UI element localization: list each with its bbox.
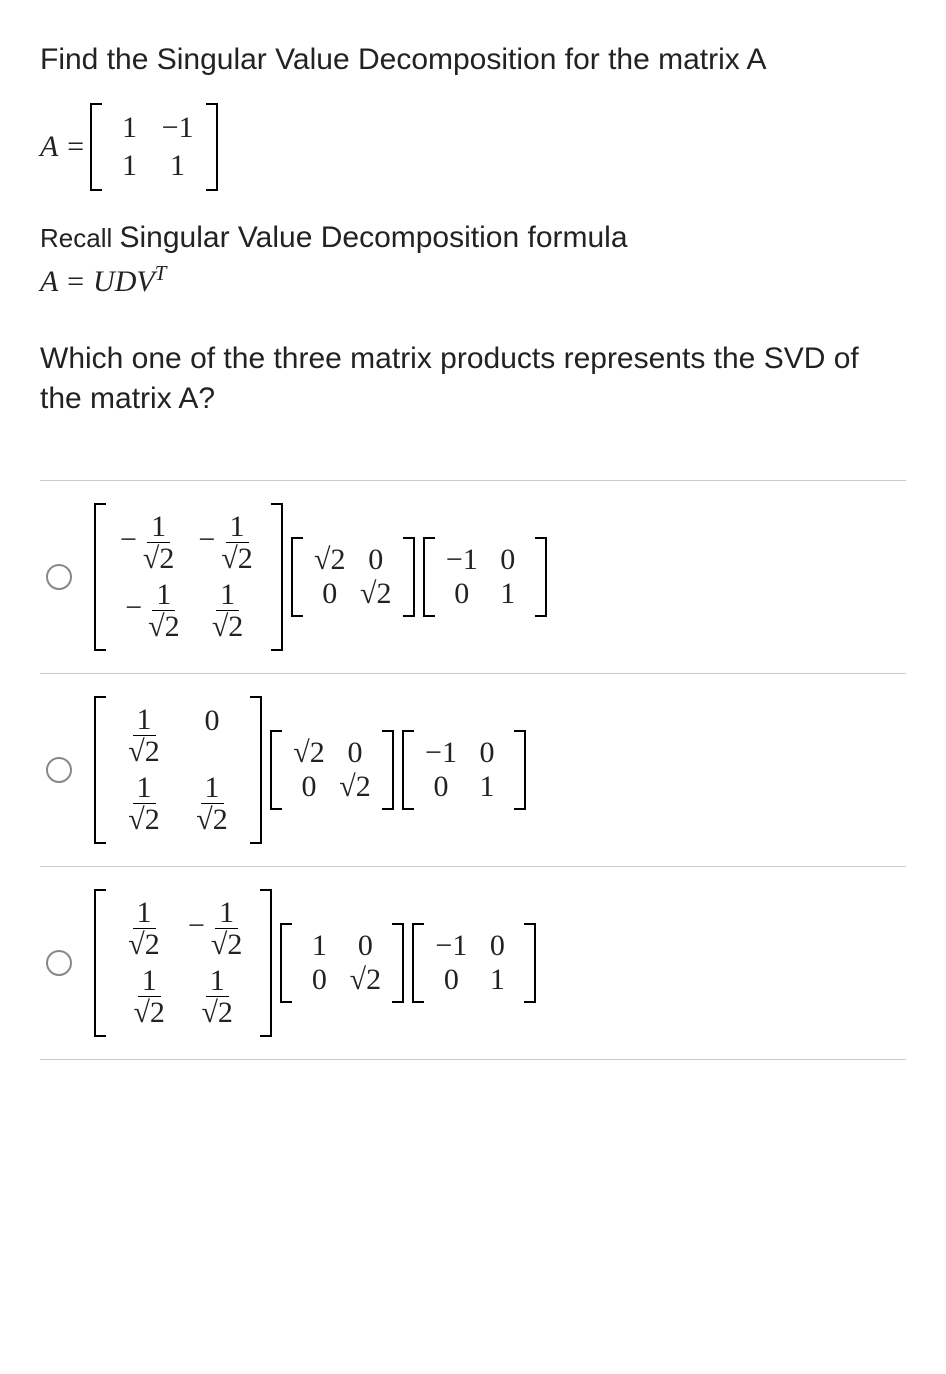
matrix: 100√2 — [280, 923, 404, 1003]
matrix-cell: 1 — [464, 770, 510, 804]
matrix-cell: −1√2 — [178, 895, 256, 963]
matrix: −1√2−1√2−1√21√2 — [94, 503, 283, 651]
matrix-cell: 0 — [485, 543, 531, 577]
matrix-cell: 0 — [428, 963, 474, 997]
radio-icon[interactable] — [46, 950, 72, 976]
matrix-cell: 1√2 — [110, 895, 178, 963]
matrix-cell: −1√2 — [110, 509, 188, 577]
matrix-cell: 1 — [474, 963, 520, 997]
options-list: −1√2−1√2−1√21√2√200√2−1001 1√201√21√2√20… — [40, 480, 906, 1060]
matrix-cell: 1 — [485, 577, 531, 611]
matrix-cell: 1√2 — [110, 702, 178, 770]
matrix-cell: 1√2 — [115, 963, 183, 1031]
matrix-cell: 0 — [418, 770, 464, 804]
matrix: −1001 — [412, 923, 536, 1003]
matrix-cell: 0 — [342, 929, 388, 963]
option-content: 1√201√21√2√200√2−1001 — [90, 696, 530, 844]
matrix: −1001 — [402, 730, 526, 810]
matrix: 1√2−1√21√21√2 — [94, 889, 272, 1037]
question-body: Which one of the three matrix products r… — [40, 339, 906, 420]
matrix-cell: 0 — [307, 577, 353, 611]
radio-icon[interactable] — [46, 564, 72, 590]
matrix-cell: 0 — [332, 736, 378, 770]
matrix: √200√2 — [270, 730, 394, 810]
option-2[interactable]: 1√201√21√2√200√2−1001 — [40, 674, 906, 867]
matrix: √200√2 — [291, 537, 415, 617]
matrix-cell: 1√2 — [178, 770, 246, 838]
matrix-cell: 1√2 — [194, 577, 262, 645]
matrix-cell: 0 — [474, 929, 520, 963]
matrix-cell: √2 — [286, 736, 332, 770]
matrix-cell: 1 — [106, 109, 154, 147]
matrix-cell: −1 — [439, 543, 485, 577]
matrix-cell: −1 — [428, 929, 474, 963]
matrix-cell: 0 — [178, 702, 246, 770]
matrix-cell: 1√2 — [110, 770, 178, 838]
option-3[interactable]: 1√2−1√21√21√2100√2−1001 — [40, 867, 906, 1060]
recall-small: Recall — [40, 223, 119, 253]
matrix-A-definition: A = 1 −1 1 1 — [40, 103, 906, 191]
matrix-cell: √2 — [332, 770, 378, 804]
option-1[interactable]: −1√2−1√2−1√21√2√200√2−1001 — [40, 481, 906, 674]
question-prompt: Find the Singular Value Decomposition fo… — [40, 40, 906, 81]
matrix-cell: √2 — [307, 543, 353, 577]
A-label: A = — [40, 130, 86, 164]
matrix-A: 1 −1 1 1 — [90, 103, 218, 191]
matrix-cell: 1 — [296, 929, 342, 963]
matrix-cell: √2 — [353, 577, 399, 611]
matrix-cell: 0 — [286, 770, 332, 804]
matrix-cell: −1√2 — [188, 509, 266, 577]
recall-line: Recall Singular Value Decomposition form… — [40, 221, 906, 255]
matrix-cell: 1 — [154, 147, 202, 185]
matrix-cell: −1 — [154, 109, 202, 147]
matrix: −1001 — [423, 537, 547, 617]
option-content: 1√2−1√21√21√2100√2−1001 — [90, 889, 540, 1037]
matrix-cell: 0 — [296, 963, 342, 997]
svd-formula: A = UDVT — [40, 261, 906, 299]
matrix-cell: 1 — [106, 147, 154, 185]
matrix: 1√201√21√2 — [94, 696, 262, 844]
matrix-cell: √2 — [342, 963, 388, 997]
matrix-cell: −1 — [418, 736, 464, 770]
matrix-cell: −1√2 — [115, 577, 193, 645]
matrix-cell: 0 — [353, 543, 399, 577]
option-content: −1√2−1√2−1√21√2√200√2−1001 — [90, 503, 551, 651]
recall-big: Singular Value Decomposition formula — [119, 221, 627, 254]
matrix-cell: 0 — [439, 577, 485, 611]
radio-icon[interactable] — [46, 757, 72, 783]
matrix-cell: 0 — [464, 736, 510, 770]
matrix-cell: 1√2 — [183, 963, 251, 1031]
